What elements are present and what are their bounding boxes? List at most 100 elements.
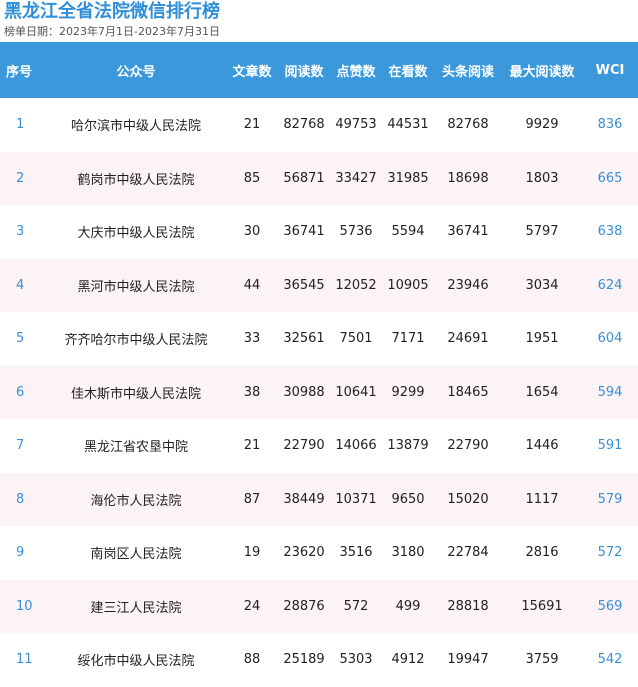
rank-cell: 7 xyxy=(16,438,25,454)
date-range: 榜单日期：2023年7月1日-2023年7月31日 xyxy=(4,25,220,38)
watching-cell: 7171 xyxy=(391,331,425,347)
articles-cell: 24 xyxy=(243,598,261,614)
table-row: 11 绥化市中级人民法院 88 25189 5303 4912 19947 3759 542 xyxy=(0,633,638,687)
account-cell: 海伦市人民法院 xyxy=(90,493,182,509)
reads-cell: 56871 xyxy=(283,170,325,186)
table-row: 8 海伦市人民法院 87 38449 10371 9650 15020 1117 579 xyxy=(0,472,638,526)
max-reads-cell: 1803 xyxy=(525,170,559,186)
account-cell: 黑龙江省农垦中院 xyxy=(83,440,188,456)
headline-reads-cell: 15020 xyxy=(447,491,489,507)
likes-cell: 3516 xyxy=(339,545,373,561)
account-cell: 哈尔滨市中级人民法院 xyxy=(70,119,201,135)
rank-cell: 1 xyxy=(16,117,25,133)
max-reads-cell: 15691 xyxy=(521,598,563,614)
reads-cell: 38449 xyxy=(283,491,325,507)
headline-reads-cell: 28818 xyxy=(447,598,489,614)
page-title: 黑龙江全省法院微信排行榜 xyxy=(4,1,220,22)
articles-cell: 87 xyxy=(243,491,261,507)
headline-reads-cell: 18465 xyxy=(447,384,489,400)
watching-cell: 499 xyxy=(395,598,421,614)
rank-cell: 8 xyxy=(16,491,25,507)
likes-cell: 5736 xyxy=(339,224,373,240)
max-reads-cell: 3759 xyxy=(525,652,559,668)
headline-reads-cell: 82768 xyxy=(447,117,489,133)
rank-cell: 10 xyxy=(16,598,33,614)
watching-cell: 4912 xyxy=(391,652,425,668)
headline-reads-cell: 18698 xyxy=(447,170,489,186)
reads-cell: 30988 xyxy=(283,384,325,400)
col-header-likes: 点赞数 xyxy=(336,64,376,80)
account-cell: 大庆市中级人民法院 xyxy=(77,226,195,242)
rank-cell: 11 xyxy=(16,652,33,668)
reads-cell: 32561 xyxy=(283,331,325,347)
table-row: 3 大庆市中级人民法院 30 36741 5736 5594 36741 5797 638 xyxy=(0,205,638,259)
rank-cell: 4 xyxy=(16,277,25,293)
wci-cell: 572 xyxy=(597,545,623,561)
account-cell: 南岗区人民法院 xyxy=(90,547,182,563)
rank-cell: 5 xyxy=(16,331,25,347)
articles-cell: 19 xyxy=(243,545,261,561)
max-reads-cell: 9929 xyxy=(525,117,559,133)
articles-cell: 38 xyxy=(243,384,261,400)
watching-cell: 44531 xyxy=(387,117,429,133)
likes-cell: 49753 xyxy=(335,117,377,133)
watching-cell: 31985 xyxy=(387,170,429,186)
likes-cell: 12052 xyxy=(335,277,377,293)
header: 黑龙江全省法院微信排行榜 榜单日期：2023年7月1日-2023年7月31日 xyxy=(0,0,638,42)
reads-cell: 25189 xyxy=(283,652,325,668)
watching-cell: 3180 xyxy=(391,545,425,561)
likes-cell: 10641 xyxy=(335,384,377,400)
reads-cell: 23620 xyxy=(283,545,325,561)
likes-cell: 7501 xyxy=(339,331,373,347)
articles-cell: 33 xyxy=(243,331,261,347)
col-header-wci: WCI xyxy=(595,62,625,78)
watching-cell: 5594 xyxy=(391,224,425,240)
wci-cell: 638 xyxy=(597,224,623,240)
reads-cell: 22790 xyxy=(283,438,325,454)
headline-reads-cell: 19947 xyxy=(447,652,489,668)
articles-cell: 21 xyxy=(243,438,261,454)
headline-reads-cell: 22790 xyxy=(447,438,489,454)
col-header-headline-reads: 头条阅读 xyxy=(441,64,494,80)
likes-cell: 33427 xyxy=(335,170,377,186)
wci-cell: 579 xyxy=(597,491,623,507)
col-header-watching: 在看数 xyxy=(388,64,428,80)
account-cell: 佳木斯市中级人民法院 xyxy=(70,386,201,402)
articles-cell: 85 xyxy=(243,170,261,186)
headline-reads-cell: 23946 xyxy=(447,277,489,293)
likes-cell: 572 xyxy=(343,598,369,614)
articles-cell: 88 xyxy=(243,652,261,668)
table-row: 9 南岗区人民法院 19 23620 3516 3180 22784 2816 572 xyxy=(0,526,638,580)
wci-cell: 665 xyxy=(597,170,623,186)
articles-cell: 44 xyxy=(243,277,261,293)
wci-cell: 569 xyxy=(597,598,623,614)
wci-cell: 624 xyxy=(597,277,623,293)
table-row: 10 建三江人民法院 24 28876 572 499 28818 15691 569 xyxy=(0,579,638,633)
max-reads-cell: 5797 xyxy=(525,224,559,240)
rank-cell: 6 xyxy=(16,384,25,400)
max-reads-cell: 1654 xyxy=(525,384,559,400)
max-reads-cell: 1446 xyxy=(525,438,559,454)
wci-cell: 591 xyxy=(597,438,623,454)
account-cell: 鹤岗市中级人民法院 xyxy=(77,172,195,188)
articles-cell: 21 xyxy=(243,117,261,133)
table-row: 1 哈尔滨市中级人民法院 21 82768 49753 44531 82768 9929 836 xyxy=(0,98,638,152)
wci-cell: 604 xyxy=(597,331,623,347)
likes-cell: 14066 xyxy=(335,438,377,454)
table-row: 5 齐齐哈尔市中级人民法院 33 32561 7501 7171 24691 1951 604 xyxy=(0,312,638,366)
col-header-rank: 序号 xyxy=(6,64,33,80)
headline-reads-cell: 24691 xyxy=(447,331,489,347)
reads-cell: 36741 xyxy=(283,224,325,240)
max-reads-cell: 1951 xyxy=(525,331,559,347)
wci-cell: 542 xyxy=(597,652,623,668)
table-header: 序号 公众号 文章数 阅读数 点赞数 在看数 头条阅读 最大阅读数 WCI xyxy=(0,42,638,98)
headline-reads-cell: 22784 xyxy=(447,545,489,561)
likes-cell: 10371 xyxy=(335,491,377,507)
account-cell: 齐齐哈尔市中级人民法院 xyxy=(64,333,208,349)
table-row: 6 佳木斯市中级人民法院 38 30988 10641 9299 18465 1654 594 xyxy=(0,365,638,419)
watching-cell: 10905 xyxy=(387,277,429,293)
col-header-max-reads: 最大阅读数 xyxy=(509,64,575,80)
reads-cell: 36545 xyxy=(283,277,325,293)
reads-cell: 28876 xyxy=(283,598,325,614)
table-row: 7 黑龙江省农垦中院 21 22790 14066 13879 22790 1446 591 xyxy=(0,419,638,473)
